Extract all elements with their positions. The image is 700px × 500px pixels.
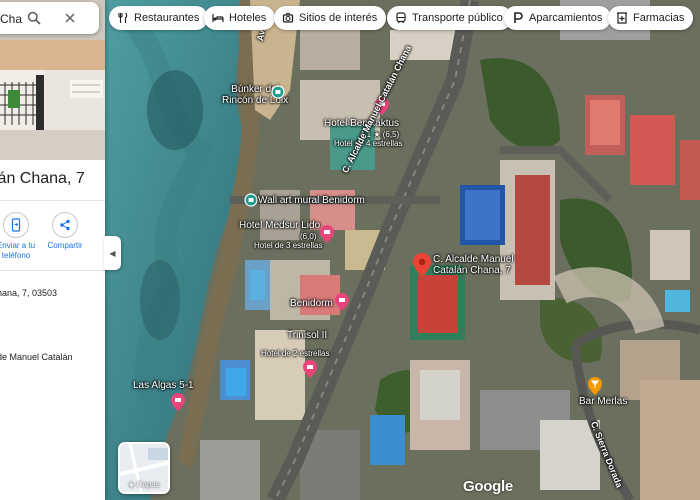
chevron-left-icon: ◀	[109, 248, 116, 258]
chip-label: Sitios de interés	[299, 12, 378, 24]
landmark-icon	[244, 193, 258, 207]
share-button[interactable]: Compartir	[37, 212, 93, 251]
selected-place-pin[interactable]	[413, 253, 431, 277]
chip-pharmacies[interactable]: Farmacias	[608, 6, 694, 30]
hotel-benikaktus-sub: Hotel de 4 estrellas	[334, 139, 403, 148]
send-to-phone-circle	[3, 212, 29, 238]
hotel-pin-icon	[335, 293, 349, 311]
divider	[0, 270, 105, 271]
bar-pin-icon	[588, 377, 602, 395]
collapse-panel-button[interactable]: ◀	[104, 236, 121, 270]
trinisol-sub: Hotel de 2 estrellas	[261, 349, 330, 358]
landmark-pin[interactable]	[271, 85, 285, 103]
search-input[interactable]: Chan	[0, 12, 22, 26]
place-plus-code[interactable]: de Manuel Catalán	[0, 352, 73, 362]
chip-hotels[interactable]: Hoteles	[204, 6, 276, 30]
hotel-pin-icon	[303, 360, 317, 378]
chip-label: Transporte público	[412, 12, 503, 24]
wall-art-label[interactable]: Wall art mural Benidorm	[258, 195, 365, 206]
divider	[0, 200, 105, 201]
google-logo: Google	[463, 478, 513, 495]
search-box[interactable]: Chan	[0, 2, 99, 34]
layers-button[interactable]: ◈ Capas	[118, 442, 170, 494]
bar-merlas-label[interactable]: Bar Merlas	[579, 396, 627, 407]
hotel-icon	[212, 14, 224, 22]
landmark-icon	[271, 85, 285, 99]
chip-label: Hoteles	[229, 12, 267, 24]
las-algas-label[interactable]: Las Algas 5-1	[133, 380, 194, 391]
chip-restaurants[interactable]: Restaurantes	[109, 6, 209, 30]
search-icon[interactable]	[27, 11, 41, 25]
chip-parking[interactable]: Aparcamientos	[504, 6, 612, 30]
pharmacy-icon	[617, 12, 627, 24]
share-icon	[60, 219, 70, 231]
share-circle	[52, 212, 78, 238]
chip-transit[interactable]: Transporte público	[387, 6, 512, 30]
benidorm-pin[interactable]	[335, 293, 349, 311]
selected-place-label-line2: Catalán Chana, 7	[433, 265, 511, 276]
place-panel: Chan lán Chana, 7 Enviar a tu teléfono C…	[0, 0, 105, 500]
trinisol-label[interactable]: Trinisol II	[287, 330, 327, 341]
selected-place-label[interactable]: C. Alcalde Manuel Catalán Chana, 7	[433, 254, 514, 276]
transit-icon	[396, 12, 406, 24]
hotel-medsur-label[interactable]: Hotel Medsur Lido	[239, 220, 320, 231]
phone-send-icon	[11, 218, 21, 232]
place-address[interactable]: hana, 7, 03503	[0, 288, 57, 298]
layers-icon: ◈	[128, 480, 135, 489]
chip-label: Restaurantes	[134, 12, 200, 24]
attraction-icon	[282, 13, 294, 23]
trinisol-pin[interactable]	[303, 360, 317, 378]
benidorm-label[interactable]: Benidorm	[290, 298, 333, 309]
chip-attractions[interactable]: Sitios de interés	[274, 6, 387, 30]
hotel-medsur-sub: Hotel de 3 estrellas	[254, 241, 323, 250]
hotel-medsur-rating: (6,0)	[300, 232, 317, 241]
wall-art-pin[interactable]	[244, 193, 258, 211]
layers-label: ◈ Capas	[120, 480, 168, 489]
las-algas-pin[interactable]	[171, 393, 185, 411]
location-pin-icon	[413, 253, 431, 277]
layers-label-text: Capas	[136, 480, 160, 489]
place-title: lán Chana, 7	[0, 170, 85, 187]
hotel-pin-icon	[171, 393, 185, 411]
bar-merlas-pin[interactable]	[588, 377, 602, 395]
restaurant-icon	[118, 12, 128, 23]
chip-label: Aparcamientos	[529, 12, 603, 24]
selected-place-label-line1: C. Alcalde Manuel	[433, 254, 514, 265]
parking-icon	[514, 12, 523, 23]
chip-label: Farmacias	[633, 12, 685, 24]
close-icon[interactable]	[63, 11, 77, 25]
share-label: Compartir	[47, 241, 83, 250]
